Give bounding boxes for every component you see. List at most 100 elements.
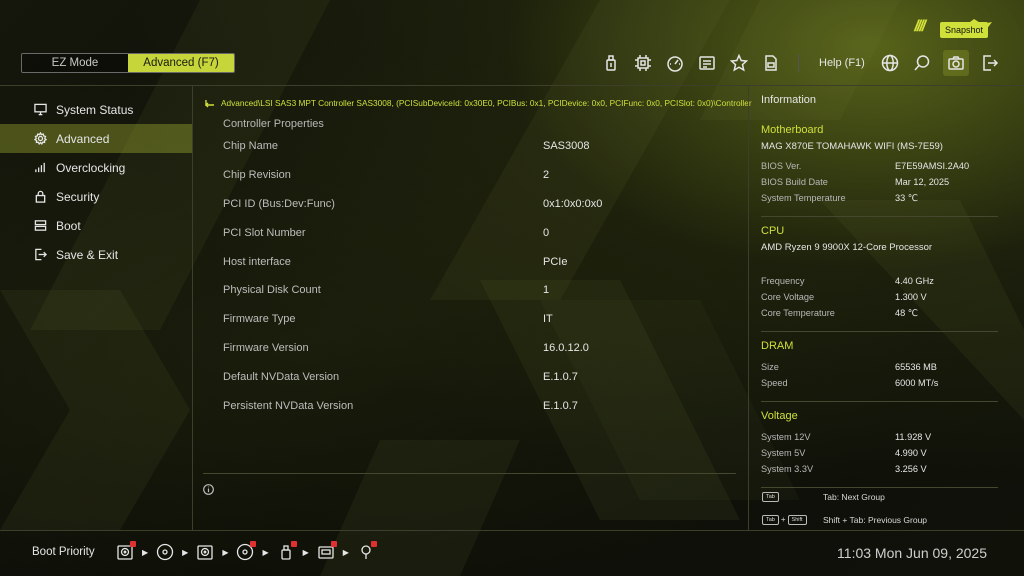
info-row: Frequency 4.40 GHz (761, 273, 1001, 289)
chevron-right-icon: ▶ (222, 547, 229, 557)
sidebar-item-label: Save & Exit (56, 247, 119, 262)
ez-mode-button[interactable]: EZ Mode (22, 54, 128, 72)
property-name: Persistent NVData Version (223, 399, 354, 412)
chevron-right-icon: ▶ (342, 547, 349, 557)
voltage-title: Voltage (761, 410, 798, 422)
property-row: Default NVData Version E.1.0.7 (223, 362, 743, 391)
info-key: BIOS Build Date (761, 177, 828, 187)
info-value: 33 ℃ (895, 192, 919, 203)
sidebar-divider (192, 86, 193, 530)
property-value: 16.0.12.0 (543, 341, 589, 354)
sidebar-item-boot[interactable]: Boot (0, 211, 192, 240)
motherboard-title: Motherboard (761, 124, 824, 136)
hdd-icon[interactable] (116, 541, 136, 561)
search-icon[interactable] (911, 52, 933, 74)
tab-key-icon: Tab (762, 514, 779, 525)
hdd-icon[interactable] (196, 543, 214, 561)
info-key: BIOS Ver. (761, 161, 802, 171)
info-divider (761, 331, 998, 332)
clock: 11:03 Mon Jun 09, 2025 (837, 545, 987, 561)
board-explorer-icon[interactable] (696, 52, 718, 74)
property-row: Persistent NVData Version E.1.0.7 (223, 391, 743, 420)
sidebar-item-label: Boot (56, 218, 81, 233)
info-row: Core Voltage 1.300 V (761, 289, 1001, 305)
top-toolbar: Help (F1) (600, 50, 1001, 76)
info-divider (761, 216, 998, 217)
boot-priority-label: Boot Priority (32, 546, 95, 558)
info-row: Size 65536 MB (761, 359, 1001, 375)
sidebar-item-label: Security (56, 189, 100, 204)
sidebar-item-label: Advanced (56, 131, 110, 146)
motherboard-model: MAG X870E TOMAHAWK WIFI (MS-7E59) (761, 141, 943, 152)
property-value: PCIe (543, 255, 568, 268)
language-globe-icon[interactable] (879, 52, 901, 74)
info-key: Frequency (761, 276, 805, 286)
sidebar-item-save-exit[interactable]: Save & Exit (0, 240, 192, 269)
sidebar-item-system-status[interactable]: System Status (0, 95, 192, 124)
information-panel: Information Motherboard MAG X870E TOMAHA… (761, 94, 1001, 488)
chevron-right-icon: ▶ (262, 547, 269, 557)
boot-priority-list: ▶ ▶ ▶ ▶ ▶ ▶ (116, 541, 377, 561)
property-name: Host interface (223, 255, 291, 268)
info-panel-title: Information (761, 94, 817, 106)
property-value: E.1.0.7 (543, 370, 578, 383)
breadcrumb[interactable]: Advanced\LSI SAS3 MPT Controller SAS3008… (205, 98, 777, 108)
sidebar-item-overclocking[interactable]: Overclocking (0, 153, 192, 182)
snapshot-tooltip: Snapshot (939, 22, 988, 38)
info-row: System 3.3V 3.256 V (761, 461, 1001, 477)
optical-disc-icon[interactable] (156, 543, 174, 561)
advanced-mode-button[interactable]: Advanced (F7) (128, 54, 234, 72)
tab-key-icon: Tab (762, 491, 779, 502)
info-row: BIOS Ver. E7E59AMSI.2A40 (761, 158, 1001, 174)
bar-chart-icon (35, 162, 45, 173)
mode-toggle: EZ Mode Advanced (F7) (21, 53, 235, 73)
speedometer-icon[interactable] (664, 52, 686, 74)
usb-drive-icon[interactable] (317, 541, 337, 561)
property-value: E.1.0.7 (543, 399, 578, 412)
exit-icon (35, 248, 47, 261)
info-key: System 5V (761, 448, 806, 458)
info-key: System 3.3V (761, 464, 814, 474)
cpu-icon[interactable] (632, 52, 654, 74)
info-key: System 12V (761, 432, 811, 442)
property-name: PCI Slot Number (223, 226, 306, 239)
optical-disc-icon[interactable] (236, 541, 257, 561)
back-arrow-icon[interactable] (205, 98, 215, 108)
property-name: Default NVData Version (223, 370, 340, 383)
lock-icon (35, 190, 46, 203)
key-help-row: Tab Tab: Next Group (762, 485, 1002, 508)
usb-icon[interactable] (277, 541, 297, 561)
boot-icon (34, 220, 47, 231)
info-key: Core Temperature (761, 308, 835, 318)
info-value: 4.990 V (895, 448, 927, 458)
info-icon (203, 482, 214, 495)
property-row: Chip Name SAS3008 (223, 132, 743, 161)
sidebar-item-security[interactable]: Security (0, 182, 192, 211)
info-key: Size (761, 362, 779, 372)
usb-flash-icon[interactable] (600, 52, 622, 74)
property-value: IT (543, 313, 553, 326)
chevron-right-icon: ▶ (182, 547, 189, 557)
usb-icon[interactable] (357, 541, 377, 561)
help-button[interactable]: Help (F1) (819, 57, 865, 69)
key-help: Tab Tab: Next Group Tab + Shift Shift + Ta… (762, 485, 1002, 531)
snapshot-camera-icon[interactable] (942, 50, 969, 76)
property-row: Firmware Version 16.0.12.0 (223, 334, 743, 363)
exit-icon[interactable] (979, 52, 1001, 74)
property-value: 2 (543, 169, 550, 182)
help-divider (203, 473, 736, 474)
info-value: 11.928 V (895, 432, 932, 442)
sidebar-item-label: Overclocking (56, 160, 126, 175)
info-value: 48 ℃ (895, 307, 919, 318)
key-help-row: Tab + Shift Shift + Tab: Previous Group (762, 508, 1002, 531)
brand-slashes: //// (914, 18, 926, 35)
property-value: 0x1:0x0:0x0 (543, 197, 603, 210)
sidebar-item-advanced[interactable]: Advanced (0, 124, 192, 153)
info-key: Speed (761, 378, 788, 388)
property-value: SAS3008 (543, 140, 590, 153)
dram-title: DRAM (761, 340, 794, 352)
property-row: PCI ID (Bus:Dev:Func) 0x1:0x0:0x0 (223, 190, 743, 219)
info-value: 65536 MB (895, 362, 937, 372)
favorite-star-icon[interactable] (728, 52, 750, 74)
hardware-monitor-icon[interactable] (760, 52, 782, 74)
